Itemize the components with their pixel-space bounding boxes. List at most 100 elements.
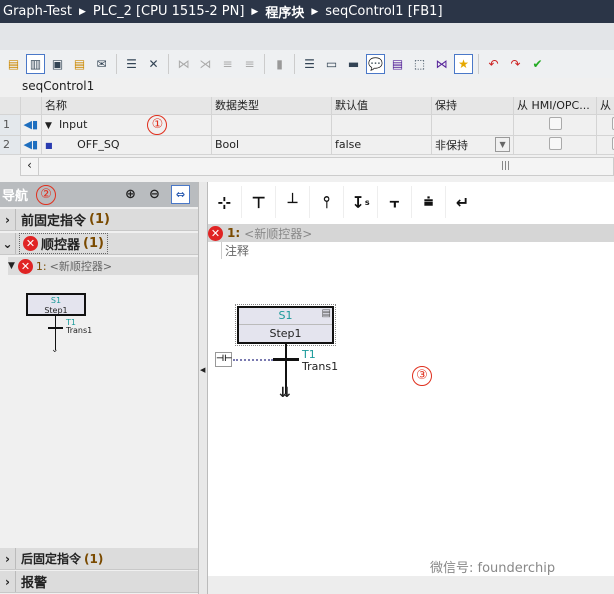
favorite-star-icon[interactable]: ★ bbox=[454, 54, 473, 74]
table-row[interactable]: 1 ◀▮ ▼ Input ① bbox=[0, 114, 614, 136]
scroll-left-icon[interactable]: ‹ bbox=[21, 158, 39, 175]
dropdown-arrow-icon[interactable]: ▼ bbox=[495, 136, 511, 152]
watermark: 微信号: founderchip bbox=[430, 561, 556, 576]
breadcrumb-plc[interactable]: PLC_2 [CPU 1515-2 PN] bbox=[93, 4, 245, 19]
sequence-editor: ⊹ ⊤ ┴ ⫯ ↧ s ⫟ ⩧ ↵ ✕ 1: <新顺控器> 注释 S1 Step1 ▤… bbox=[208, 182, 614, 594]
col-hmi[interactable]: 从 HMI/OPC... bbox=[513, 97, 598, 115]
close-all-icon[interactable]: ▭ bbox=[322, 54, 341, 74]
zoom-in-icon[interactable]: ⊕ bbox=[125, 187, 136, 202]
zoom-out-icon[interactable]: ⊖ bbox=[149, 187, 160, 202]
nav-arrow-icon: ⌄ bbox=[51, 345, 59, 355]
go-to-error-next-icon[interactable]: ↷ bbox=[506, 54, 525, 74]
collapse-icon[interactable]: ▬ bbox=[344, 54, 363, 74]
breadcrumb: Graph-Test ▶ PLC_2 [CPU 1515-2 PN] ▶ 程序块 ▶ … bbox=[0, 0, 614, 23]
editor-toolbar: ▤ ▥ ▣ ▤ ✉ ☰ ✕ ⋈ ⋊ ≡ ≡ ▮ ☰ ▭ ▬ 💬 ▤ ⬚ ⋈ ★ … bbox=[0, 50, 614, 78]
scroll-thumb-grip[interactable]: ||| bbox=[501, 161, 510, 171]
step-transition-icon[interactable]: ⊹ bbox=[208, 186, 241, 218]
sequence-element-toolbar: ⊹ ⊤ ┴ ⫯ ↧ s ⫟ ⩧ ↵ bbox=[208, 186, 479, 218]
param-icon: ◀▮ bbox=[20, 114, 43, 136]
toolbar-band bbox=[0, 23, 614, 50]
name-cell[interactable]: ■ OFF_SQ bbox=[41, 135, 213, 155]
nav-item-alarms[interactable]: › 报警 bbox=[0, 571, 198, 593]
open-all-icon[interactable]: ☰ bbox=[300, 54, 319, 74]
panel-splitter[interactable]: ◀ bbox=[199, 182, 208, 594]
annotation-1: ① bbox=[147, 114, 168, 134]
nav-item-pre-instructions[interactable]: › 前固定指令 (1) bbox=[0, 209, 198, 231]
sequence-title[interactable]: <新顺控器> bbox=[244, 225, 312, 242]
col-default[interactable]: 默认值 bbox=[331, 97, 433, 115]
absolute-icon[interactable]: ▤ bbox=[388, 54, 407, 74]
col-retain[interactable]: 保持 bbox=[431, 97, 515, 115]
delete-row-icon[interactable]: ✕ bbox=[144, 54, 163, 74]
sequence-header: ✕ 1: <新顺控器> bbox=[208, 224, 614, 242]
expand-icon[interactable]: › bbox=[0, 548, 16, 569]
sim-branch-icon[interactable]: ⩧ bbox=[412, 186, 445, 218]
delete-network-icon[interactable]: ⋊ bbox=[196, 54, 215, 74]
view-icon[interactable]: ▤ bbox=[4, 54, 23, 74]
col-type[interactable]: 数据类型 bbox=[211, 97, 333, 115]
close-branch-icon[interactable]: ↵ bbox=[446, 186, 479, 218]
transition-condition-icon[interactable]: ⊣⊢ bbox=[215, 352, 232, 367]
col-hmi2[interactable]: 从 H bbox=[596, 97, 614, 115]
interface-icon[interactable]: ⋈ bbox=[432, 54, 451, 74]
block-name: seqControl1 bbox=[22, 79, 95, 93]
insert-icon[interactable]: ≡ bbox=[218, 54, 237, 74]
hmi-checkbox[interactable] bbox=[548, 116, 562, 130]
step-s1[interactable]: S1 Step1 ▤ bbox=[235, 304, 336, 346]
transition-icon[interactable]: ┴ bbox=[276, 186, 309, 218]
type-cell[interactable] bbox=[211, 114, 333, 136]
collapse-left-icon[interactable]: ◀ bbox=[200, 366, 205, 374]
sequence-end-arrow-icon: ⇊ bbox=[279, 385, 291, 401]
comments-icon[interactable]: 💬 bbox=[366, 54, 385, 74]
table-row[interactable]: 2 ◀▮ ■ OFF_SQ Bool false 非保持 ▼ bbox=[0, 135, 614, 155]
nav-overview-step[interactable]: S1 Step1 bbox=[26, 293, 86, 316]
comment-field[interactable]: 注释 bbox=[221, 242, 249, 259]
nav-item-sequencer[interactable]: ⌄ ✕ 顺控器 (1) bbox=[0, 233, 198, 255]
horizontal-scrollbar[interactable]: ‹ ||| bbox=[20, 157, 614, 176]
nav-item-post-instructions[interactable]: › 后固定指令 (1) bbox=[0, 548, 198, 570]
expand-icon[interactable]: › bbox=[0, 571, 16, 592]
transition-t1[interactable]: T1 Trans1 bbox=[302, 349, 338, 373]
collapse-icon[interactable]: ⌄ bbox=[0, 233, 16, 254]
name-cell[interactable]: ▼ Input ① bbox=[41, 114, 213, 136]
view-single-icon[interactable]: ▤ bbox=[70, 54, 89, 74]
expand-icon[interactable]: › bbox=[0, 209, 16, 230]
nav-title: 导航 bbox=[2, 189, 29, 204]
nav-sub-item-sequencer[interactable]: ▼ ✕ 1: <新顺控器> bbox=[8, 257, 198, 275]
annotation-2: ② bbox=[36, 184, 57, 205]
insert-network-icon[interactable]: ⋈ bbox=[174, 54, 193, 74]
row-number: 2 bbox=[0, 135, 21, 155]
view-alarm-icon[interactable]: ✉ bbox=[92, 54, 111, 74]
insert-row-icon[interactable]: ☰ bbox=[122, 54, 141, 74]
hmi-checkbox[interactable] bbox=[548, 136, 562, 150]
table-header: 名称 数据类型 默认值 保持 从 HMI/OPC... 从 H bbox=[0, 97, 614, 115]
step-detail-icon[interactable]: ▤ bbox=[322, 308, 331, 319]
compile-icon[interactable]: ✔ bbox=[528, 54, 547, 74]
navigation-panel: 导航 ② ⊕ ⊖ ⇔ › 前固定指令 (1) ⌄ ✕ 顺控器 (1) ▼ ✕ 1: <新顺控器>… bbox=[0, 182, 199, 594]
view-step-icon[interactable]: ▣ bbox=[48, 54, 67, 74]
error-icon: ✕ bbox=[208, 225, 223, 241]
type-cell[interactable]: Bool bbox=[211, 135, 333, 155]
jump-icon[interactable]: ↧ s bbox=[344, 186, 377, 218]
breadcrumb-project[interactable]: Graph-Test bbox=[3, 4, 72, 19]
sequence-end-icon[interactable]: ⫯ bbox=[310, 186, 343, 218]
fit-width-icon[interactable]: ⇔ bbox=[171, 185, 190, 204]
default-cell[interactable]: false bbox=[331, 135, 433, 155]
insert2-icon[interactable]: ≡ bbox=[240, 54, 259, 74]
error-icon: ✕ bbox=[17, 258, 33, 274]
default-cell[interactable] bbox=[331, 114, 433, 136]
breadcrumb-program-blocks[interactable]: 程序块 bbox=[265, 2, 304, 21]
error-icon: ✕ bbox=[23, 236, 38, 251]
breadcrumb-block[interactable]: seqControl1 [FB1] bbox=[325, 4, 442, 19]
view-sequence-icon[interactable]: ▥ bbox=[26, 54, 45, 74]
retain-cell[interactable] bbox=[431, 114, 515, 136]
db-icon[interactable]: ▮ bbox=[270, 54, 289, 74]
favorites-icon[interactable]: ⬚ bbox=[410, 54, 429, 74]
interface-table: 名称 数据类型 默认值 保持 从 HMI/OPC... 从 H 1 ◀▮ ▼ I… bbox=[0, 97, 614, 155]
nav-header: 导航 ② ⊕ ⊖ ⇔ bbox=[0, 182, 198, 207]
go-to-error-prev-icon[interactable]: ↶ bbox=[484, 54, 503, 74]
alt-branch-icon[interactable]: ⫟ bbox=[378, 186, 411, 218]
col-name[interactable]: 名称 bbox=[41, 97, 213, 115]
retain-cell[interactable]: 非保持 ▼ bbox=[431, 135, 515, 155]
step-icon[interactable]: ⊤ bbox=[242, 186, 275, 218]
